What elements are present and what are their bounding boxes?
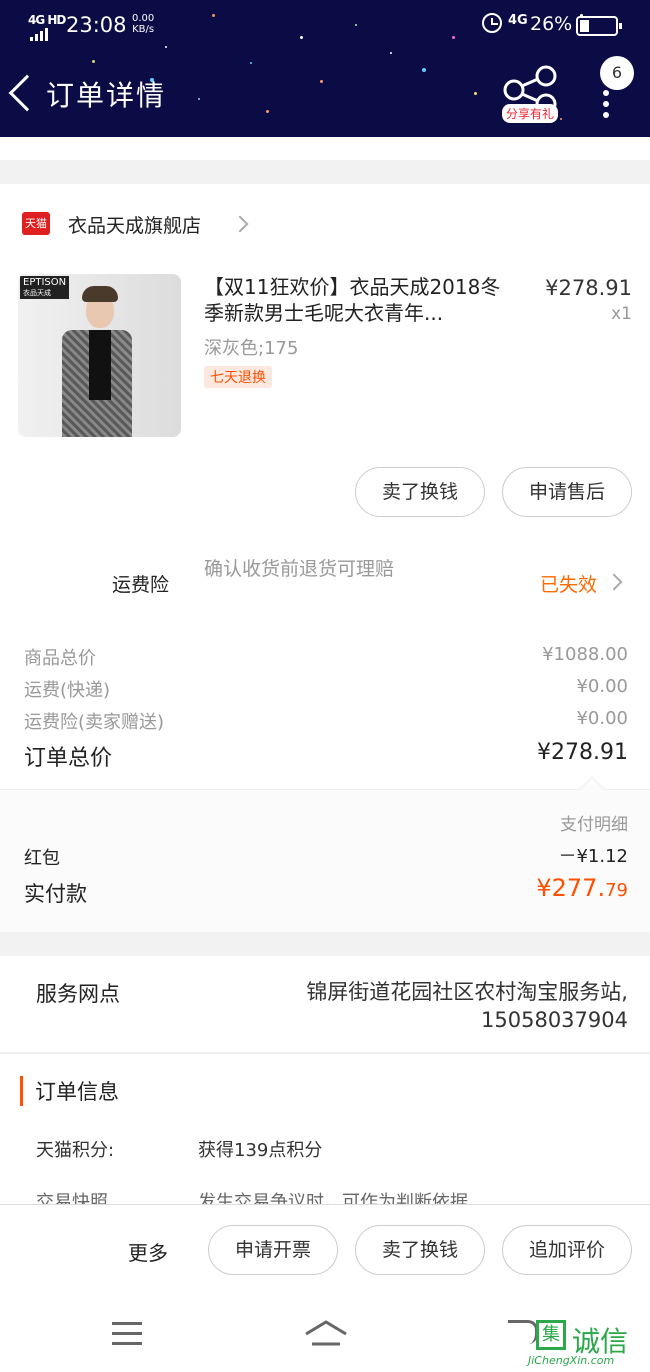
redpacket-label: 红包	[24, 848, 60, 869]
invoice-button[interactable]: 申请开票	[208, 1225, 338, 1275]
divider	[0, 1052, 650, 1054]
aftersale-button[interactable]: 申请售后	[502, 467, 632, 517]
menu-icon[interactable]	[112, 1322, 142, 1352]
share-gift-label[interactable]: 分享有礼	[502, 104, 559, 123]
message-count-badge[interactable]: 6	[600, 56, 634, 90]
network-indicator-2: 4G	[508, 13, 528, 28]
cost-row-shipping: 运费(快递) ¥0.00	[24, 676, 628, 701]
product-price: ¥278.91	[545, 276, 632, 300]
sell-button-bottom[interactable]: 卖了换钱	[355, 1225, 485, 1275]
redpacket-value: －¥1.12	[558, 846, 628, 867]
section-gap	[0, 160, 650, 184]
status-time: 23:08	[66, 13, 127, 37]
sweater-graphic	[89, 330, 111, 400]
product-image[interactable]: EPTISON 衣品天成	[18, 274, 181, 437]
page-title: 订单详情	[46, 79, 167, 112]
more-menu-icon[interactable]	[603, 90, 611, 118]
home-icon[interactable]	[304, 1318, 348, 1348]
sell-button[interactable]: 卖了换钱	[355, 467, 485, 517]
product-title[interactable]: 【双11狂欢价】衣品天成2018冬季新款男士毛呢大衣青年...	[204, 274, 510, 326]
panel-notch	[579, 776, 605, 802]
paid-amount-label: 实付款	[24, 882, 87, 906]
battery-percent: 26%	[530, 13, 573, 35]
net-speed: 0.00 KB/s	[132, 13, 155, 35]
watermark-logo: 集 诚信 JiChengXin.com	[528, 1320, 650, 1372]
watermark-box: 集	[536, 1320, 566, 1350]
product-sku: 深灰色;175	[204, 338, 299, 359]
cost-row-insurance: 运费险(卖家赠送) ¥0.00	[24, 708, 628, 733]
chevron-right-icon[interactable]	[605, 573, 623, 591]
tmall-points-row: 天猫积分: 获得139点积分	[36, 1140, 323, 1161]
payment-detail-panel: 支付明细 红包 －¥1.12 实付款 ¥277.79	[0, 776, 650, 932]
order-info-title: 订单信息	[20, 1076, 119, 1106]
chevron-right-icon[interactable]	[231, 215, 249, 233]
service-point-label: 服务网点	[36, 982, 120, 1006]
battery-icon	[576, 16, 622, 36]
service-point-value: 锦屏街道花园社区农村淘宝服务站, 15058037904	[306, 980, 628, 1032]
signal-icon	[30, 28, 48, 41]
shipping-insurance-desc: 确认收货前退货可理赔	[204, 558, 395, 580]
model-hair-graphic	[82, 286, 118, 302]
tmall-logo-icon: 天猫	[22, 212, 50, 235]
payment-detail-label: 支付明细	[560, 815, 628, 835]
shipping-insurance-status[interactable]: 已失效	[540, 570, 597, 597]
back-arrow-icon[interactable]	[8, 74, 46, 112]
product-quantity: x1	[611, 304, 632, 324]
order-total: 订单总价 ¥278.91	[24, 740, 628, 771]
network-indicator: 4G HD	[28, 13, 66, 27]
product-brand-label: EPTISON 衣品天成	[20, 276, 70, 299]
add-review-button[interactable]: 追加评价	[502, 1225, 632, 1275]
shipping-insurance-label: 运费险	[112, 574, 170, 596]
section-gap	[0, 932, 650, 956]
app-header: 4G HD 23:08 0.00 KB/s 4G 26% 订单详情 分享有礼 6	[0, 0, 650, 137]
more-button[interactable]: 更多	[128, 1237, 168, 1266]
store-name[interactable]: 衣品天成旗舰店	[68, 211, 201, 238]
return-policy-tag: 七天退换	[204, 366, 272, 388]
watermark-url: JiChengXin.com	[528, 1354, 615, 1367]
paid-amount-value: ¥277.79	[536, 874, 628, 902]
alarm-icon	[482, 13, 502, 33]
cost-row-goods: 商品总价 ¥1088.00	[24, 644, 628, 669]
status-bar: 4G HD 23:08 0.00 KB/s 4G 26%	[0, 10, 650, 42]
